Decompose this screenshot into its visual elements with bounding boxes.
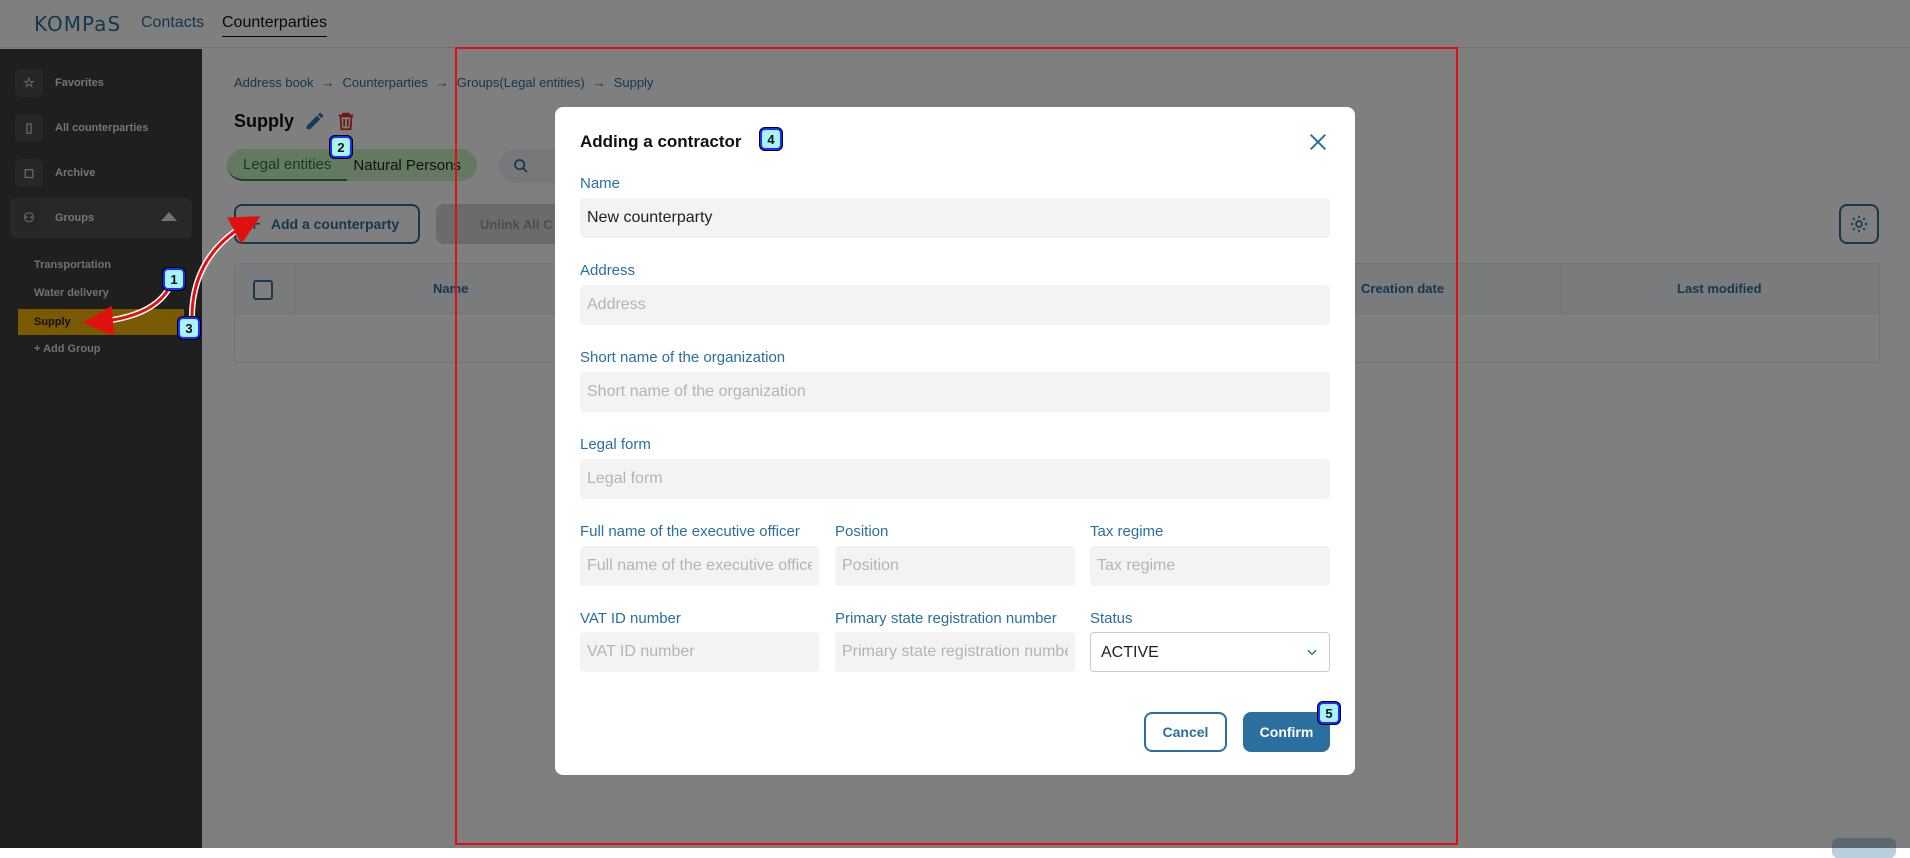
annotation-badge-4: 4 (760, 128, 782, 150)
vat-label: VAT ID number (580, 610, 681, 627)
status-value: ACTIVE (1101, 644, 1159, 661)
annotation-badge-2: 2 (330, 136, 352, 158)
exec-officer-label: Full name of the executive officer (580, 523, 800, 540)
confirm-button[interactable]: Confirm (1243, 712, 1330, 752)
psrn-field[interactable] (835, 632, 1075, 672)
tax-regime-label: Tax regime (1090, 523, 1164, 540)
annotation-badge-1: 1 (163, 268, 185, 290)
cancel-button[interactable]: Cancel (1144, 712, 1227, 752)
status-select[interactable]: ACTIVE (1090, 632, 1330, 672)
short-name-label: Short name of the organization (580, 349, 786, 366)
add-contractor-dialog: Adding a contractor Name Address Short n… (555, 107, 1355, 775)
position-field[interactable] (835, 546, 1075, 586)
address-label: Address (580, 262, 636, 279)
legal-form-label: Legal form (580, 436, 651, 453)
position-label: Position (835, 523, 889, 540)
dialog-title: Adding a contractor (580, 132, 742, 151)
chevron-down-icon (1307, 649, 1317, 656)
address-field[interactable] (580, 285, 1330, 325)
short-name-field[interactable] (580, 372, 1330, 412)
exec-officer-field[interactable] (580, 546, 819, 586)
close-icon[interactable] (1307, 131, 1329, 153)
legal-form-field[interactable] (580, 459, 1330, 499)
annotation-badge-3: 3 (178, 317, 200, 339)
tax-regime-field[interactable] (1090, 546, 1330, 586)
status-label: Status (1090, 610, 1133, 627)
annotation-badge-5: 5 (1318, 702, 1340, 724)
name-label: Name (580, 175, 621, 192)
name-field[interactable] (580, 198, 1330, 238)
vat-field[interactable] (580, 632, 819, 672)
psrn-label: Primary state registration number (835, 610, 1057, 627)
